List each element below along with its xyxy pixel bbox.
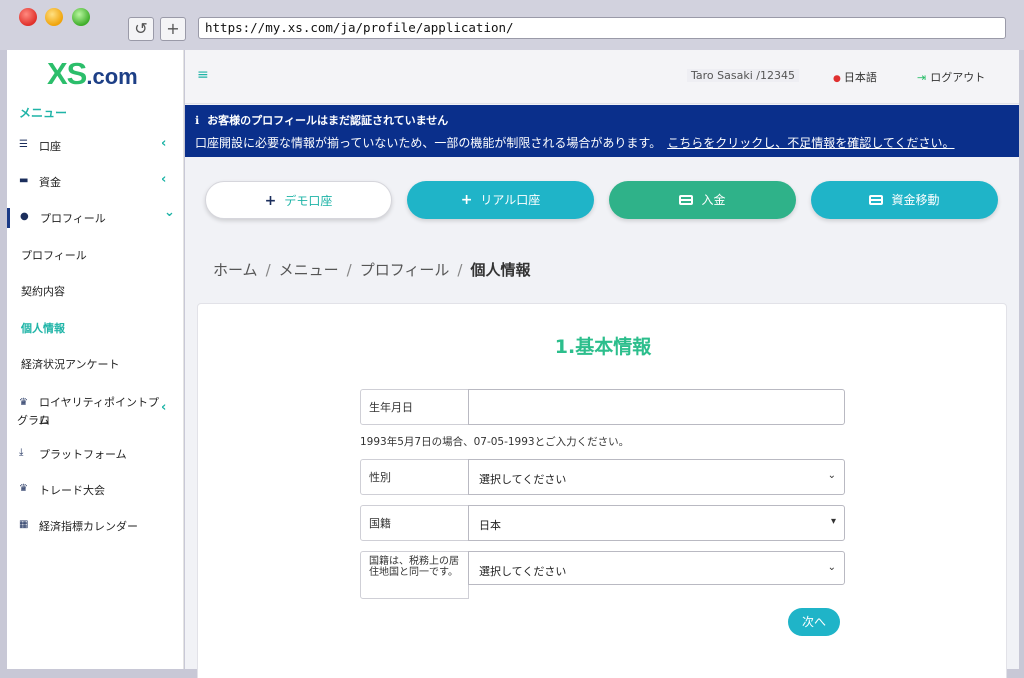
sidebar-item-economic-calendar[interactable]: ▦ 経済指標カレンダー — [7, 516, 184, 536]
nationality-label: 国籍 — [360, 505, 469, 541]
credit-card-icon — [869, 195, 884, 205]
gender-row: 性別 選択してください ⌄ — [360, 459, 845, 495]
verification-alert: ℹ お客様のプロフィールはまだ認証されていません 口座開設に必要な情報が揃っていな… — [185, 105, 1019, 157]
breadcrumb-current: 個人情報 — [470, 261, 531, 279]
chevron-left-icon: ‹ — [161, 136, 167, 151]
gender-select[interactable]: 選択してください ⌄ — [468, 459, 845, 495]
minimize-window-button[interactable] — [45, 8, 63, 26]
breadcrumb-menu[interactable]: メニュー — [279, 261, 339, 279]
plus-icon: + — [264, 193, 277, 209]
info-icon: ℹ — [195, 114, 200, 127]
transfer-button[interactable]: 資金移動 — [811, 181, 998, 219]
tax-residence-row: 国籍は、税務上の居住地国と同一です。 選択してください ⌄ — [360, 551, 845, 599]
next-button[interactable]: 次へ — [788, 608, 840, 636]
menu-heading: メニュー — [19, 106, 68, 120]
calendar-icon: ▦ — [19, 519, 29, 530]
caret-down-icon: ▾ — [830, 516, 836, 527]
gender-label: 性別 — [360, 459, 469, 495]
address-bar[interactable]: https://my.xs.com/ja/profile/application… — [198, 17, 1006, 39]
credit-card-icon — [679, 195, 694, 205]
sidebar-subitem-contract[interactable]: 契約内容 — [21, 283, 65, 299]
plus-icon: + — [460, 192, 473, 208]
close-window-button[interactable] — [19, 8, 37, 26]
birthdate-row: 生年月日 — [360, 389, 845, 425]
list-icon: ☰ — [19, 139, 28, 150]
sidebar: XS.com メニュー ☰ 口座 ‹ ▬ 資金 ‹ ● プロフィール ⌄ プロフ… — [7, 50, 184, 669]
breadcrumb-profile[interactable]: プロフィール — [360, 261, 450, 279]
breadcrumb: ホーム / メニュー / プロフィール / 個人情報 — [213, 261, 531, 279]
tax-residence-label: 国籍は、税務上の居住地国と同一です。 — [360, 551, 469, 599]
sidebar-item-loyalty[interactable]: ♛ ロイヤリティポイントプロ グラム ‹ — [7, 394, 184, 428]
sidebar-item-funds[interactable]: ▬ 資金 ‹ — [7, 172, 184, 192]
user-label: Taro Sasaki /12345 — [687, 69, 799, 82]
sidebar-item-accounts[interactable]: ☰ 口座 ‹ — [7, 136, 184, 156]
logout-button[interactable]: ⇥ ログアウト — [917, 69, 985, 85]
language-selector[interactable]: ● 日本語 — [833, 69, 877, 85]
birthdate-input[interactable] — [468, 389, 845, 425]
reload-button[interactable]: ↺ — [128, 17, 154, 41]
basic-info-form: 1.基本情報 生年月日 1993年5月7日の場合、07-05-1993とご入力く… — [197, 303, 1007, 678]
hamburger-menu-icon[interactable]: ≡ — [197, 67, 209, 83]
nationality-select[interactable]: 日本 ▾ — [468, 505, 845, 541]
birthdate-hint: 1993年5月7日の場合、07-05-1993とご入力ください。 — [360, 436, 630, 448]
chevron-down-icon: ⌄ — [164, 205, 175, 220]
sidebar-subitem-profile[interactable]: プロフィール — [21, 247, 87, 263]
sidebar-item-trade-contest[interactable]: ♛ トレード大会 — [7, 480, 184, 500]
wallet-icon: ▬ — [19, 175, 29, 186]
sidebar-subitem-financial-survey[interactable]: 経済状況アンケート — [21, 356, 120, 372]
chevron-left-icon: ‹ — [161, 172, 167, 187]
browser-chrome: ↺ + https://my.xs.com/ja/profile/applica… — [0, 0, 1024, 50]
maximize-window-button[interactable] — [72, 8, 90, 26]
form-title: 1.基本情報 — [554, 336, 652, 358]
main-content: ≡ Taro Sasaki /12345 ● 日本語 ⇥ ログアウト ℹ お客様のプロ… — [185, 50, 1019, 678]
user-icon: ● — [20, 211, 29, 222]
top-bar: ≡ Taro Sasaki /12345 ● 日本語 ⇥ ログアウト — [185, 50, 1019, 104]
missing-info-link[interactable]: こちらをクリックし、不足情報を確認してください。 — [667, 136, 954, 150]
trophy-icon: ♛ — [19, 397, 28, 408]
real-account-button[interactable]: + リアル口座 — [407, 181, 594, 219]
breadcrumb-home[interactable]: ホーム — [213, 261, 258, 279]
chevron-left-icon: ‹ — [161, 400, 167, 415]
demo-account-button[interactable]: + デモ口座 — [205, 181, 392, 219]
deposit-button[interactable]: 入金 — [609, 181, 796, 219]
trophy-icon: ♛ — [19, 483, 28, 494]
chevron-down-icon: ⌄ — [827, 562, 836, 573]
sidebar-item-profile[interactable]: ● プロフィール ⌄ — [7, 205, 184, 228]
birthdate-label: 生年月日 — [360, 389, 469, 425]
sidebar-subitem-personal-info[interactable]: 個人情報 — [21, 320, 65, 336]
nationality-row: 国籍 日本 ▾ — [360, 505, 845, 541]
logout-icon: ⇥ — [917, 71, 927, 84]
new-tab-button[interactable]: + — [160, 17, 186, 41]
tax-residence-select[interactable]: 選択してください ⌄ — [468, 551, 845, 585]
chevron-down-icon: ⌄ — [827, 470, 836, 481]
download-icon: ⤓ — [19, 447, 24, 458]
sidebar-item-platform[interactable]: ⤓ プラットフォーム — [7, 444, 184, 464]
flag-icon: ● — [833, 74, 841, 84]
xs-logo[interactable]: XS.com — [47, 56, 138, 91]
